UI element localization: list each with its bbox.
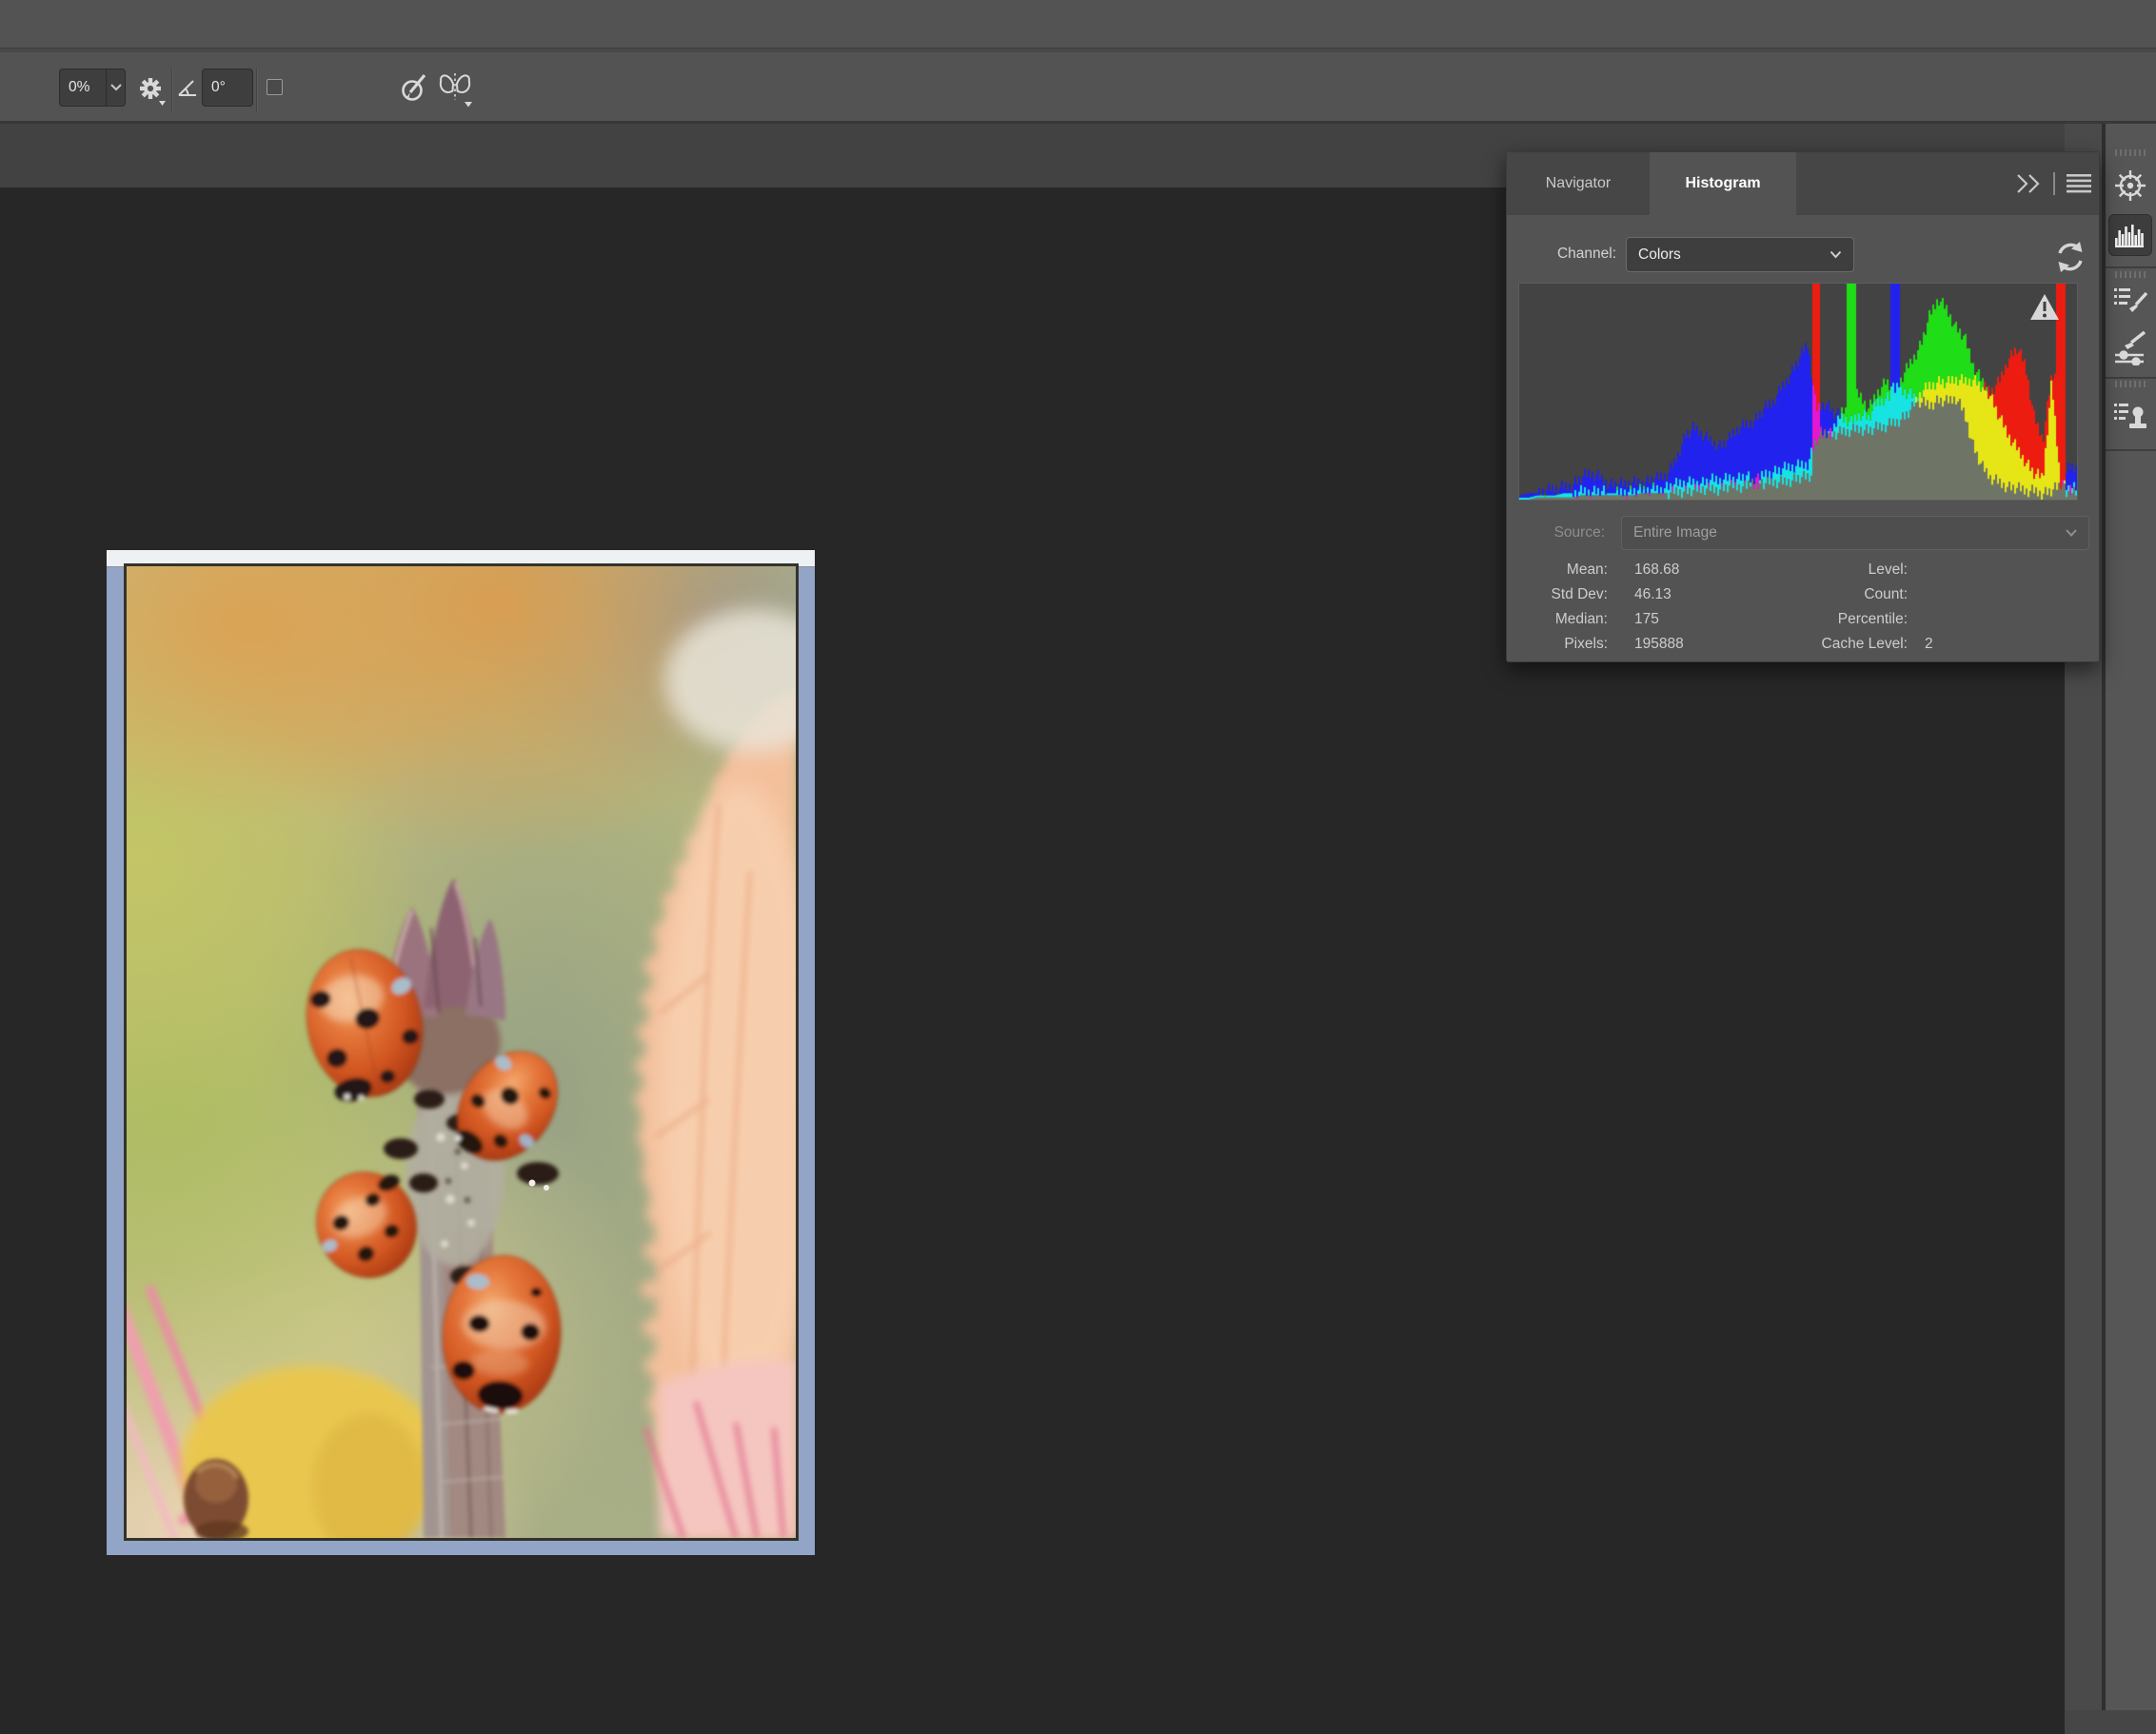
histogram-icon — [2113, 221, 2147, 249]
dock-button-clone-source[interactable] — [2108, 398, 2152, 436]
uncached-warning-button[interactable] — [2029, 293, 2060, 322]
dock-group-divider — [2106, 449, 2156, 451]
source-select: Entire Image — [1621, 516, 2089, 550]
smoothing-value[interactable]: 0% — [60, 69, 106, 106]
channel-label: Channel: — [1507, 246, 1616, 263]
panel-tab-bar: Navigator Histogram — [1507, 152, 2099, 215]
angle-icon — [177, 78, 198, 97]
dock-group-divider — [2106, 266, 2156, 268]
options-divider — [171, 69, 173, 112]
tab-navigator[interactable]: Navigator — [1507, 152, 1650, 215]
menu-icon — [2067, 174, 2091, 193]
stat-row-mean: Mean: 168.68 Level: — [1507, 562, 2099, 586]
tab-bar-separator — [2053, 172, 2055, 195]
chevron-down-icon — [1830, 250, 1842, 259]
smoothing-options-button[interactable] — [138, 76, 167, 107]
stat-row-pixels: Pixels: 195888 Cache Level: 2 — [1507, 636, 2099, 660]
chevron-down-icon[interactable] — [106, 69, 125, 106]
erase-to-history-checkbox[interactable] — [267, 79, 283, 95]
channel-select[interactable]: Colors — [1626, 237, 1854, 272]
stat-row-median: Median: 175 Percentile: — [1507, 611, 2099, 636]
source-label: Source: — [1507, 524, 1605, 542]
dock-group-handle[interactable] — [2115, 149, 2147, 156]
canvas-white-margin — [107, 550, 815, 567]
dock-button-brushes[interactable] — [2108, 328, 2152, 366]
dock-group-handle[interactable] — [2115, 271, 2147, 278]
stamp-icon — [2112, 400, 2148, 434]
histogram-panel: Navigator Histogram Channel: Colors — [1506, 151, 2100, 662]
refresh-histogram-button[interactable] — [2053, 240, 2087, 274]
pen-pressure-icon — [398, 71, 430, 106]
dock-group-handle[interactable] — [2115, 381, 2147, 387]
panel-menu-button[interactable] — [2067, 174, 2091, 193]
chevron-down-icon — [2066, 529, 2077, 537]
refresh-icon — [2053, 240, 2087, 274]
ladybug-photo[interactable] — [127, 566, 796, 1538]
dock-button-navigator[interactable] — [2108, 167, 2152, 205]
brush-sliders-icon — [2112, 329, 2148, 365]
gear-icon — [138, 76, 167, 107]
dock-button-brush-settings[interactable] — [2108, 284, 2152, 322]
dock-bottom-edge — [2065, 1710, 2156, 1734]
angle-input[interactable]: 0° — [202, 69, 253, 107]
pressure-size-button[interactable] — [398, 71, 430, 106]
butterfly-icon — [438, 69, 476, 109]
source-value: Entire Image — [1633, 524, 1717, 542]
options-divider — [256, 69, 258, 112]
smoothing-percent-combo[interactable]: 0% — [59, 69, 126, 107]
brush-list-icon — [2112, 286, 2148, 320]
ship-wheel-icon — [2112, 167, 2148, 204]
tool-options-bar: Smoothing: 0% — [0, 52, 2156, 124]
warning-triangle-icon — [2029, 293, 2060, 322]
symmetry-options-button[interactable] — [438, 69, 476, 109]
document-canvas[interactable] — [107, 550, 815, 1555]
tab-histogram[interactable]: Histogram — [1650, 152, 1796, 215]
histogram-canvas — [1519, 284, 2077, 500]
channel-value: Colors — [1638, 246, 1681, 264]
panel-icon-dock — [2106, 124, 2156, 1734]
photo-art — [127, 566, 796, 1538]
stat-row-stddev: Std Dev: 46.13 Count: — [1507, 586, 2099, 611]
histogram-plot — [1518, 283, 2078, 501]
angle-value: 0° — [211, 79, 226, 96]
collapse-panel-button[interactable] — [2015, 173, 2046, 194]
dock-group-divider — [2106, 377, 2156, 379]
double-chevron-right-icon — [2015, 173, 2046, 194]
photoshop-window: Smoothing: 0% — [0, 0, 2156, 1734]
title-bar — [0, 0, 2156, 49]
dock-button-histogram[interactable] — [2108, 214, 2152, 256]
